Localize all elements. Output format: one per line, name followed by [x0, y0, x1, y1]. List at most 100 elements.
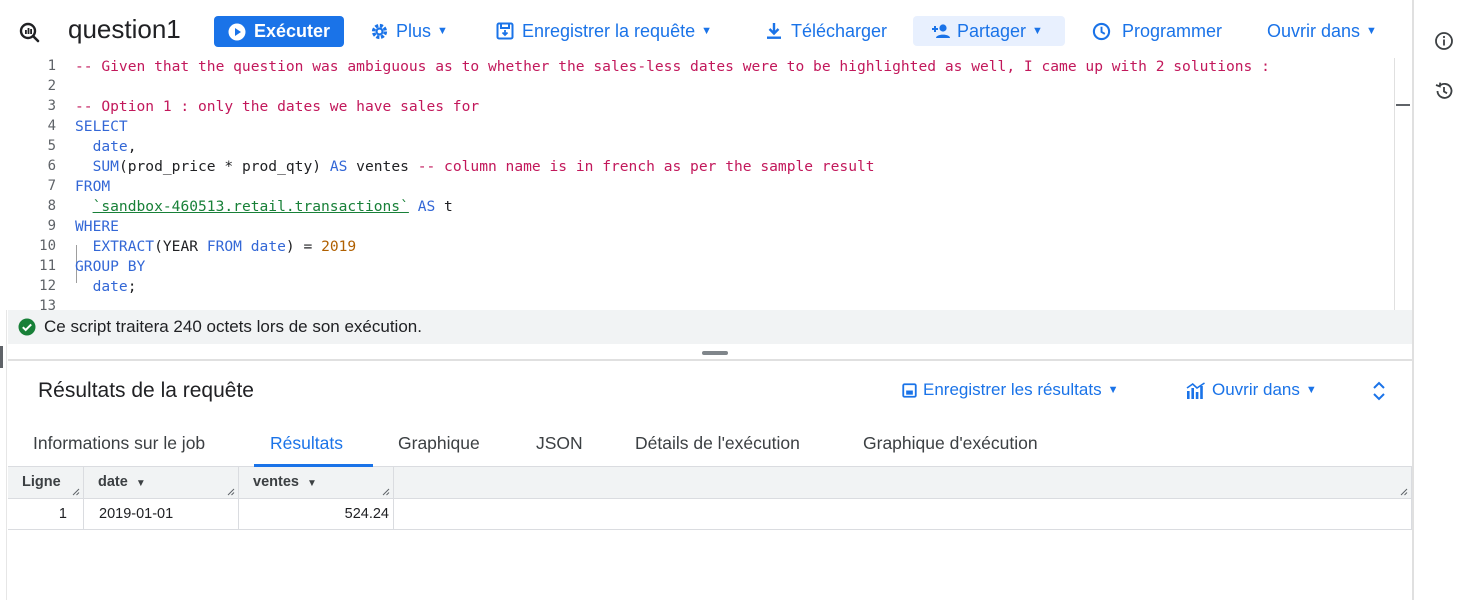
- code-token: (YEAR: [154, 238, 207, 255]
- chevron-down-icon: ▼: [1366, 25, 1377, 37]
- tab-results[interactable]: Résultats: [270, 433, 343, 454]
- tab-execution-details[interactable]: Détails de l'exécution: [635, 433, 800, 454]
- resize-grip-icon[interactable]: [1400, 488, 1408, 496]
- chevron-down-icon: ▼: [437, 25, 448, 37]
- cell-ventes[interactable]: 524.24: [239, 499, 394, 530]
- code-token: SELECT: [75, 118, 128, 135]
- code-token: -- Given that the question was ambiguous…: [75, 58, 1270, 75]
- tab-json[interactable]: JSON: [536, 433, 583, 454]
- save-icon: [902, 382, 917, 398]
- splitter-handle[interactable]: [702, 351, 728, 355]
- save-results-button[interactable]: Enregistrer les résultats ▼: [902, 380, 1118, 400]
- panel-resize-handle[interactable]: [0, 346, 3, 368]
- column-header-label: date: [98, 474, 128, 490]
- cell-row-number[interactable]: 1: [8, 499, 84, 530]
- line-number: 2: [47, 78, 56, 94]
- clock-icon: [1092, 22, 1111, 40]
- code-line[interactable]: date,: [75, 138, 137, 155]
- download-label: Télécharger: [791, 20, 888, 41]
- download-button[interactable]: Télécharger: [765, 16, 887, 46]
- resize-grip-icon[interactable]: [227, 488, 235, 496]
- line-number: 13: [39, 298, 56, 310]
- query-icon: [19, 22, 40, 43]
- code-line[interactable]: SUM(prod_price * prod_qty) AS ventes -- …: [75, 158, 875, 175]
- code-line[interactable]: SELECT: [75, 118, 128, 135]
- save-query-button[interactable]: Enregistrer la requête ▼: [496, 16, 712, 46]
- tab-chart[interactable]: Graphique: [398, 433, 480, 454]
- code-line[interactable]: EXTRACT(YEAR FROM date) = 2019: [75, 238, 357, 255]
- results-open-in-button[interactable]: Ouvrir dans ▼: [1186, 380, 1317, 400]
- info-icon[interactable]: [1434, 31, 1454, 51]
- resize-grip-icon[interactable]: [72, 488, 80, 496]
- code-token: -- column name is in french as per the s…: [417, 158, 875, 175]
- code-token: FROM: [75, 178, 111, 195]
- column-header-label: Ligne: [22, 474, 61, 490]
- right-rail-border: [1412, 0, 1414, 600]
- save-icon: [496, 22, 514, 40]
- sort-caret-icon[interactable]: ▼: [136, 478, 146, 489]
- more-menu-label: Plus: [396, 20, 432, 41]
- line-number: 5: [47, 138, 56, 154]
- code-line[interactable]: -- Option 1 : only the dates we have sal…: [75, 98, 479, 115]
- gear-icon: [371, 23, 388, 39]
- results-title: Résultats de la requête: [38, 379, 254, 402]
- download-icon: [767, 23, 781, 39]
- code-token: -- Option 1 : only the dates we have sal…: [75, 98, 480, 115]
- editor-scrollbar-track[interactable]: [1394, 58, 1395, 310]
- editor-scrollbar-thumb[interactable]: [1396, 104, 1410, 106]
- line-number: 11: [39, 258, 56, 274]
- code-token: AS: [417, 198, 436, 215]
- play-circle-icon: [228, 23, 246, 40]
- column-header-row-number[interactable]: Ligne: [8, 467, 84, 499]
- code-line[interactable]: FROM: [75, 178, 110, 195]
- column-header-label: ventes: [253, 474, 299, 490]
- schedule-button[interactable]: Programmer: [1092, 16, 1222, 46]
- code-token: ventes: [347, 158, 418, 175]
- run-button[interactable]: Exécuter: [214, 16, 344, 47]
- sort-caret-icon[interactable]: ▼: [307, 478, 317, 489]
- line-number: 7: [47, 178, 56, 194]
- save-query-label: Enregistrer la requête: [522, 20, 696, 41]
- line-number: 1: [47, 58, 56, 74]
- cell-filler: [394, 499, 1412, 530]
- code-token: AS: [329, 158, 348, 175]
- code-token: ;: [127, 278, 137, 295]
- code-line[interactable]: -- Given that the question was ambiguous…: [75, 58, 1270, 75]
- validation-status-bar: Ce script traitera 240 octets lors de so…: [8, 310, 1412, 344]
- code-token: FROM: [206, 238, 242, 255]
- column-header-ventes[interactable]: ventes ▼: [239, 467, 394, 499]
- code-token: SUM: [92, 158, 119, 175]
- validation-message: Ce script traitera 240 octets lors de so…: [44, 317, 422, 336]
- history-icon[interactable]: [1434, 81, 1454, 101]
- line-number: 6: [47, 158, 56, 174]
- code-line[interactable]: date;: [75, 278, 137, 295]
- more-menu-button[interactable]: Plus ▼: [370, 16, 448, 46]
- table-row[interactable]: 1 2019-01-01 524.24: [8, 499, 1412, 530]
- chevron-down-icon: ▼: [701, 25, 712, 37]
- panel-divider: [8, 359, 1412, 361]
- cell-date[interactable]: 2019-01-01: [84, 499, 239, 530]
- code-line[interactable]: WHERE: [75, 218, 119, 235]
- expand-collapse-icon[interactable]: [1372, 381, 1386, 401]
- tab-execution-graph[interactable]: Graphique d'exécution: [863, 433, 1038, 454]
- code-token: date: [250, 238, 286, 255]
- sql-code-editor[interactable]: 1 2 3 4 5 6 7 8 9 10 11 12 13 -- Given that the quest…: [0, 58, 1412, 310]
- save-results-label: Enregistrer les résultats: [923, 380, 1102, 399]
- chart-icon: [1186, 381, 1205, 399]
- share-button[interactable]: Partager ▼: [913, 16, 1065, 46]
- column-header-date[interactable]: date ▼: [84, 467, 239, 499]
- results-table: Ligne date ▼ ventes ▼ 1 2019-01-01 524.24: [8, 467, 1412, 530]
- line-number: 8: [47, 198, 56, 214]
- open-in-menu-button[interactable]: Ouvrir dans ▼: [1267, 16, 1377, 46]
- code-token: GROUP BY: [75, 258, 146, 275]
- resize-grip-icon[interactable]: [382, 488, 390, 496]
- query-title[interactable]: question1: [68, 14, 181, 45]
- code-line[interactable]: `sandbox-460513.retail.transactions` AS …: [75, 198, 453, 215]
- code-token: 2019: [321, 238, 357, 255]
- tab-job-information[interactable]: Informations sur le job: [33, 433, 205, 454]
- code-line[interactable]: GROUP BY: [75, 258, 145, 275]
